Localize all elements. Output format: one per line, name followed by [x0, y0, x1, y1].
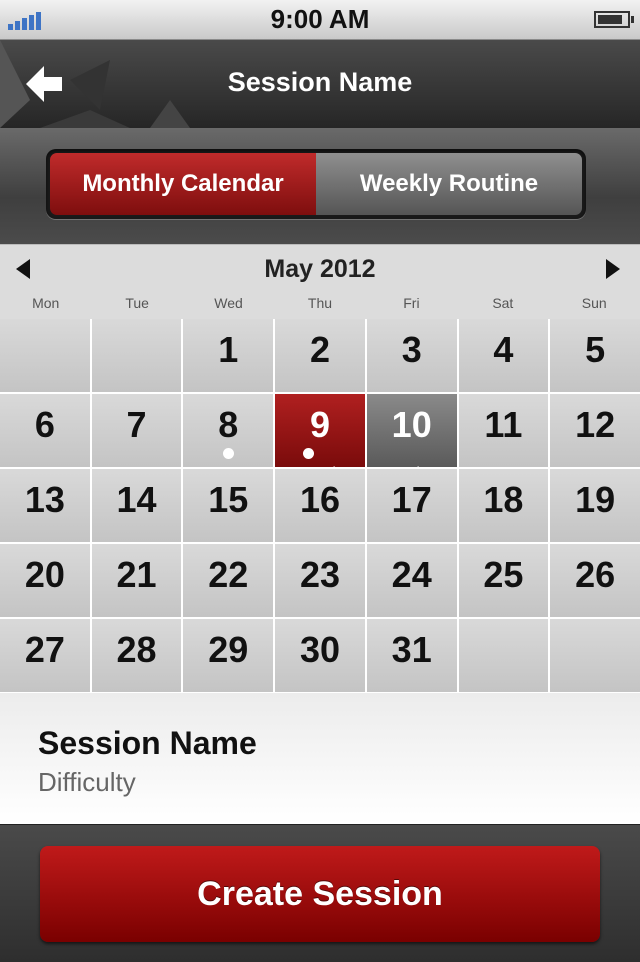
calendar-day-cell[interactable]: 31 [366, 619, 457, 692]
weekday-label: Mon [32, 295, 60, 311]
day-number: 29 [208, 629, 249, 670]
day-number: 17 [391, 479, 432, 520]
segment-area: Monthly Calendar Weekly Routine [0, 128, 640, 244]
calendar-day-cell[interactable]: 17 [366, 469, 457, 542]
calendar-empty-cell [458, 619, 549, 692]
calendar-day-cell[interactable]: 15 [183, 469, 274, 542]
calendar-grid: 1 2 3 4 5 6 7 8 9 10 11 12 13 14 15 16 17 18 19 20 21 22 23 24 2… [0, 319, 640, 693]
weekday-header: Mon Tue Wed Thu Fri Sat Sun [0, 295, 640, 311]
calendar-day-cell[interactable]: 22 [183, 544, 274, 617]
day-number: 30 [299, 629, 341, 670]
calendar-day-cell[interactable]: 11 [458, 394, 549, 467]
session-difficulty: Difficulty [38, 767, 136, 797]
calendar-day-cell[interactable]: 1 [183, 319, 274, 392]
calendar-day-cell[interactable]: 29 [183, 619, 274, 692]
day-number: 5 [585, 329, 606, 370]
page-title: Session Name [227, 67, 413, 97]
day-number: 19 [575, 479, 616, 520]
session-name: Session Name [38, 725, 257, 761]
calendar-day-cell[interactable]: 23 [275, 544, 365, 617]
day-number: 23 [299, 554, 341, 595]
calendar-day-cell[interactable]: 10 [366, 394, 457, 479]
month-label: May 2012 [264, 255, 376, 283]
day-number: 22 [208, 554, 249, 595]
day-number: 10 [391, 404, 432, 445]
calendar-day-cell[interactable]: 7 [91, 394, 182, 467]
calendar-day-cell[interactable]: 16 [275, 469, 365, 542]
day-number: 28 [116, 629, 157, 670]
calendar-day-cell[interactable]: 30 [275, 619, 365, 692]
calendar-day-cell[interactable]: 21 [91, 544, 182, 617]
scheduled-dot-icon [303, 447, 315, 459]
calendar-day-cell[interactable]: 6 [0, 394, 90, 467]
completed-check-icon [403, 446, 420, 479]
day-number: 26 [575, 554, 616, 595]
day-number: 15 [208, 479, 249, 520]
calendar-day-cell[interactable]: 8 [183, 394, 274, 467]
calendar-empty-cell [550, 619, 640, 692]
calendar-day-cell[interactable]: 27 [0, 619, 90, 692]
weekday-label: Thu [307, 295, 333, 311]
calendar-day-cell[interactable]: 25 [458, 544, 549, 617]
day-number: 8 [218, 404, 239, 445]
weekday-label: Fri [403, 295, 420, 311]
day-markers [275, 445, 365, 479]
battery-icon [594, 11, 634, 28]
calendar-empty-cell [91, 319, 182, 392]
calendar-day-cell[interactable]: 4 [458, 319, 549, 392]
day-number: 12 [575, 404, 616, 445]
calendar-day-cell[interactable]: 18 [458, 469, 549, 542]
calendar-day-cell[interactable]: 20 [0, 544, 90, 617]
day-number: 20 [24, 554, 65, 595]
next-month-button[interactable] [606, 259, 620, 279]
calendar-day-cell[interactable]: 12 [550, 394, 640, 467]
day-number: 31 [391, 629, 432, 670]
calendar-empty-cell [0, 319, 90, 392]
calendar-day-cell[interactable]: 28 [91, 619, 182, 692]
calendar-day-cell[interactable]: 24 [366, 544, 457, 617]
weekday-label: Sat [492, 295, 514, 311]
day-number: 7 [126, 404, 147, 445]
weekday-label: Sun [581, 295, 607, 311]
completed-check-icon [320, 446, 337, 479]
day-number: 11 [484, 404, 523, 445]
calendar-day-cell[interactable]: 3 [366, 319, 457, 392]
day-markers [183, 445, 273, 461]
day-number: 18 [483, 479, 524, 520]
day-number: 27 [24, 629, 65, 670]
calendar-day-cell[interactable]: 19 [550, 469, 640, 542]
day-number: 16 [299, 479, 341, 520]
calendar-day-cell[interactable]: 9 [275, 394, 365, 479]
day-markers [367, 445, 457, 479]
tab-monthly-calendar[interactable]: Monthly Calendar [50, 153, 316, 215]
day-number: 3 [401, 329, 422, 370]
calendar-day-cell[interactable]: 14 [91, 469, 182, 542]
view-segmented-control: Monthly Calendar Weekly Routine [46, 149, 586, 219]
status-time: 9:00 AM [270, 4, 370, 34]
navigation-bar: Session Name [0, 40, 640, 128]
weekday-label: Wed [214, 295, 243, 311]
day-number: 24 [391, 554, 432, 595]
calendar-day-cell[interactable]: 26 [550, 544, 640, 617]
calendar-day-cell[interactable]: 5 [550, 319, 640, 392]
day-number: 1 [218, 329, 239, 370]
day-number: 6 [34, 404, 55, 445]
day-number: 13 [24, 479, 65, 520]
calendar-header: May 2012 Mon Tue Wed Thu Fri Sat Sun [0, 244, 640, 319]
day-number: 9 [309, 404, 330, 445]
footer-bar: Create Session [0, 824, 640, 962]
calendar-day-cell[interactable]: 2 [275, 319, 365, 392]
day-number: 4 [493, 329, 514, 370]
create-session-button[interactable]: Create Session [40, 846, 600, 942]
status-bar: 9:00 AM [0, 0, 640, 40]
session-info: Session Name Difficulty [0, 693, 640, 824]
day-number: 2 [309, 329, 330, 370]
day-number: 25 [483, 554, 524, 595]
day-number: 21 [116, 554, 157, 595]
scheduled-dot-icon [222, 447, 234, 459]
calendar-day-cell[interactable]: 13 [0, 469, 90, 542]
day-number: 14 [116, 479, 157, 520]
tab-weekly-routine[interactable]: Weekly Routine [316, 153, 582, 215]
weekday-label: Tue [125, 295, 149, 311]
